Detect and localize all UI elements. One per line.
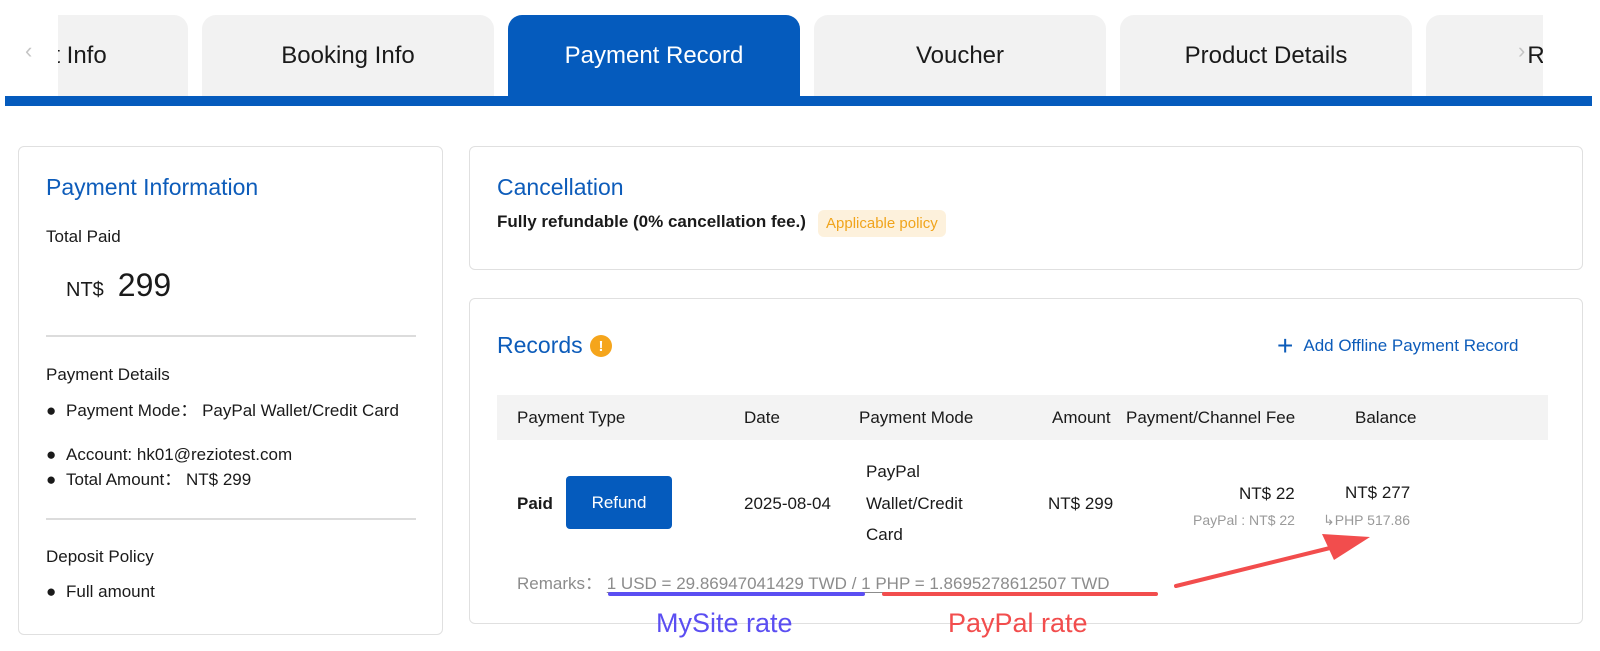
payment-information-card: Payment Information Total Paid NT$ 299 P… — [18, 146, 443, 635]
tab-payment-record[interactable]: Payment Record — [508, 15, 800, 96]
account-label: Account: — [66, 445, 133, 464]
bullet-dot: ● — [46, 470, 57, 489]
payment-mode-cell: PayPal Wallet/Credit Card — [866, 456, 963, 551]
add-offline-payment-record-label: Add Offline Payment Record — [1303, 336, 1519, 355]
deposit-text: Full amount — [66, 582, 155, 601]
col-balance: Balance — [1355, 408, 1417, 427]
paypal-rate-label: PayPal rate — [948, 608, 1088, 638]
payment-mode-line: PayPal — [866, 462, 920, 481]
rate-usd: 1 USD = 29.86947041429 TWD — [606, 574, 847, 593]
total-paid-label: Total Paid — [46, 227, 121, 246]
fee-cell: NT$ 22 — [1239, 484, 1295, 503]
plus-icon: + — [1277, 330, 1294, 361]
remarks: Remarks： 1 USD = 29.86947041429 TWD / 1 … — [517, 569, 1110, 594]
divider — [46, 335, 416, 337]
total-paid-amount: NT$ 299 — [66, 267, 171, 304]
payment-details-label: Payment Details — [46, 365, 170, 384]
cancellation-card: Cancellation Fully refundable (0% cancel… — [469, 146, 1583, 270]
amount-cell: NT$ 299 — [1048, 494, 1114, 513]
account-value: hk01@reziotest.com — [136, 445, 293, 464]
total-paid-value: 299 — [117, 267, 172, 303]
payment-information-title: Payment Information — [46, 174, 259, 200]
cancellation-policy-text: Fully refundable (0% cancellation fee.) — [497, 212, 806, 231]
tab-booking-info[interactable]: Booking Info — [202, 15, 494, 96]
tab-records[interactable]: Records — [1426, 15, 1543, 96]
payment-mode-label: Payment Mode： — [66, 401, 198, 420]
col-amount: Amount — [1052, 408, 1111, 427]
remarks-label: Remarks： — [517, 574, 603, 593]
account-text: Account: hk01@reziotest.com — [46, 444, 416, 466]
date-cell: 2025-08-04 — [744, 494, 831, 513]
table-header: Payment Type Date Payment Mode Amount Pa… — [497, 395, 1548, 440]
balance-sub-cell: ↳PHP 517.86 — [1323, 512, 1410, 528]
total-amount-label: Total Amount： — [66, 470, 182, 489]
tab-voucher[interactable]: Voucher — [814, 15, 1106, 96]
bullet-dot: ● — [46, 582, 57, 601]
col-payment-type: Payment Type — [517, 408, 626, 427]
tab-contact-info[interactable]: Contact Info — [58, 15, 188, 96]
bullet-dot: ● — [46, 445, 57, 464]
col-date: Date — [744, 408, 780, 427]
payment-mode-line: Card — [866, 525, 903, 544]
payment-type-cell: Paid — [517, 494, 553, 513]
payment-mode-value: PayPal Wallet/Credit Card — [202, 401, 399, 420]
total-amount-value: NT$ 299 — [186, 470, 252, 489]
warning-icon[interactable]: ! — [590, 335, 612, 357]
applicable-policy-badge[interactable]: Applicable policy — [818, 210, 946, 237]
col-payment-channel-fee: Payment/Channel Fee — [1126, 408, 1296, 427]
list-item-total-amount: ● Total Amount： NT$ 299 — [46, 469, 416, 491]
col-payment-mode: Payment Mode — [859, 408, 974, 427]
chevron-left-icon[interactable]: ‹ — [25, 40, 32, 62]
bullet-dot: ● — [46, 401, 57, 420]
rate-php: 1 PHP = 1.8695278612507 TWD — [861, 574, 1110, 593]
refund-button[interactable]: Refund — [566, 476, 672, 529]
tab-product-details[interactable]: Product Details — [1120, 15, 1412, 96]
payment-mode-line: Wallet/Credit — [866, 493, 963, 513]
list-item-account: ● Account: hk01@reziotest.com — [46, 444, 416, 466]
active-tab-underline — [5, 96, 1592, 106]
payment-mode-text: Payment Mode： PayPal Wallet/Credit Card — [46, 400, 416, 422]
tab-bar: ‹ Contact Info Booking Info Payment Reco… — [5, 0, 1592, 106]
mysite-rate-label: MySite rate — [656, 608, 793, 638]
fee-sub-cell: PayPal : NT$ 22 — [1193, 512, 1295, 528]
cancellation-title: Cancellation — [497, 174, 624, 200]
total-amount-text: Total Amount： NT$ 299 — [46, 469, 416, 491]
records-card: Records ! + Add Offline Payment Record P… — [469, 298, 1583, 624]
deposit-policy-label: Deposit Policy — [46, 547, 154, 566]
balance-cell: NT$ 277 — [1345, 483, 1411, 502]
tab-viewport: Contact Info Booking Info Payment Record… — [58, 0, 1543, 96]
add-offline-payment-record-button[interactable]: + Add Offline Payment Record — [1277, 332, 1519, 360]
list-item-deposit: ● Full amount — [46, 581, 416, 603]
mysite-rate-underline — [608, 592, 865, 596]
paypal-rate-underline — [882, 592, 1158, 596]
records-title: Records — [497, 332, 583, 358]
total-paid-currency: NT$ — [66, 279, 104, 301]
chevron-right-icon[interactable]: › — [1518, 40, 1525, 62]
divider — [46, 518, 416, 520]
rate-separator: / — [851, 574, 857, 593]
list-item-payment-mode: ● Payment Mode： PayPal Wallet/Credit Car… — [46, 400, 416, 422]
